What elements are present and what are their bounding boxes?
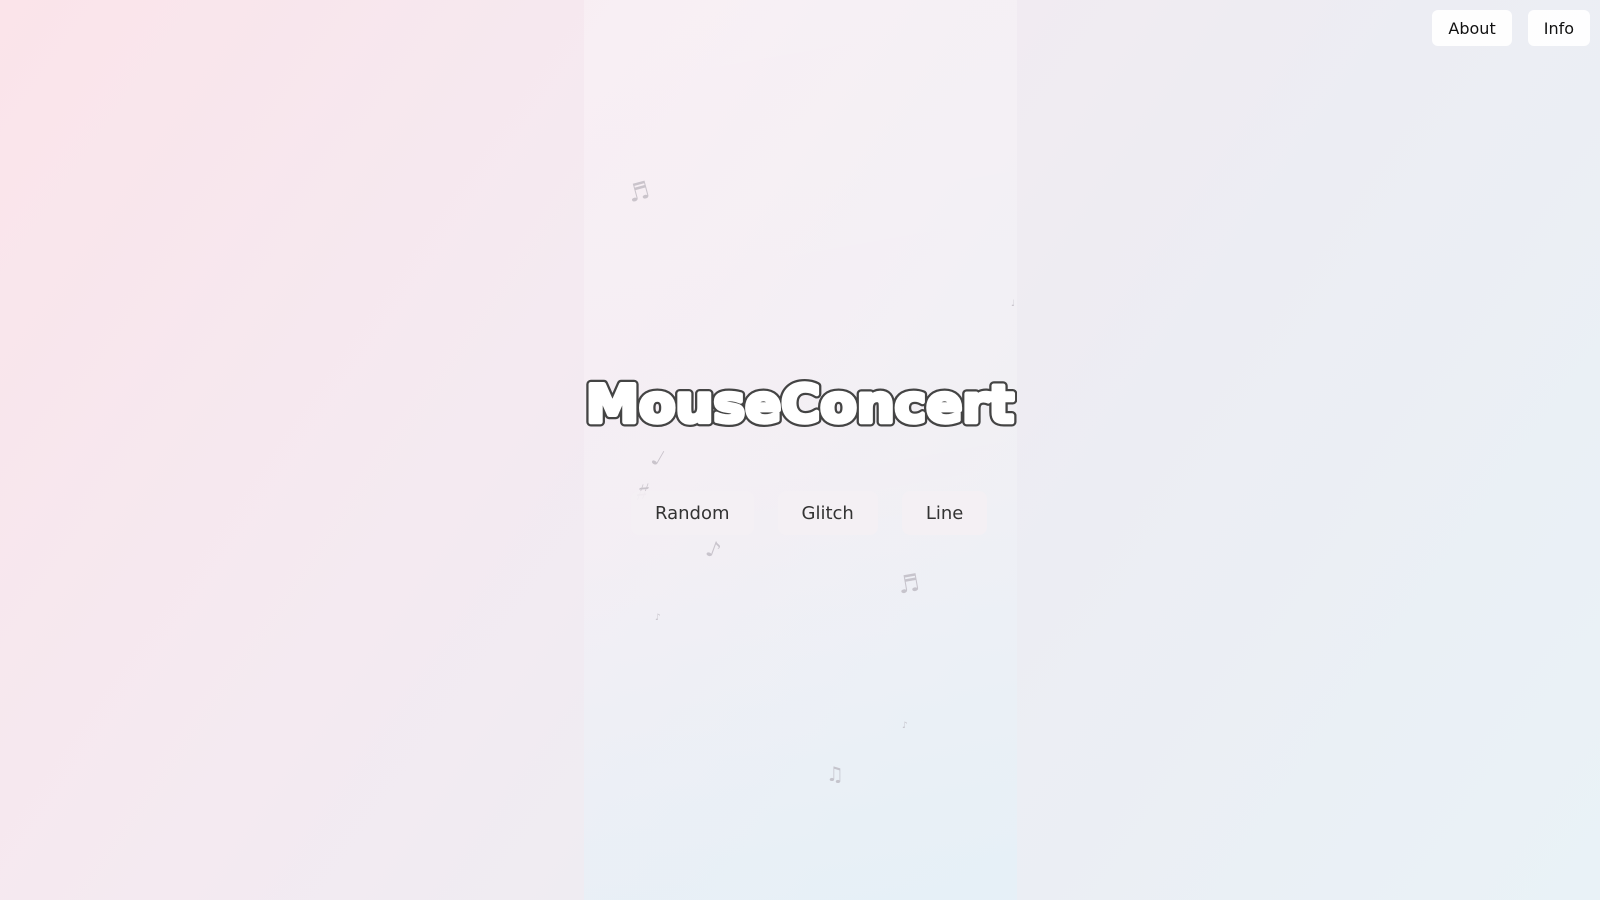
info-button[interactable]: Info (1527, 10, 1590, 46)
about-button[interactable]: About (1432, 10, 1512, 46)
site-logo: MouseConcert MouseConcert (584, 371, 1017, 440)
random-mode-button[interactable]: Random (631, 491, 754, 535)
glitch-mode-button[interactable]: Glitch (777, 491, 878, 535)
music-note-icon: ♬ (895, 568, 922, 600)
music-note-icon: ♪ (655, 613, 661, 623)
line-mode-button[interactable]: Line (901, 491, 988, 535)
top-nav: About Info (1432, 10, 1590, 46)
music-note-icon: ♩ (1011, 299, 1016, 309)
mode-buttons: Random Glitch Line (631, 491, 988, 535)
center-panel (584, 0, 1017, 900)
logo-text-fill: MouseConcert (586, 375, 1014, 435)
music-note-icon: ♫ (826, 762, 844, 786)
music-note-icon: ♪ (902, 721, 908, 731)
